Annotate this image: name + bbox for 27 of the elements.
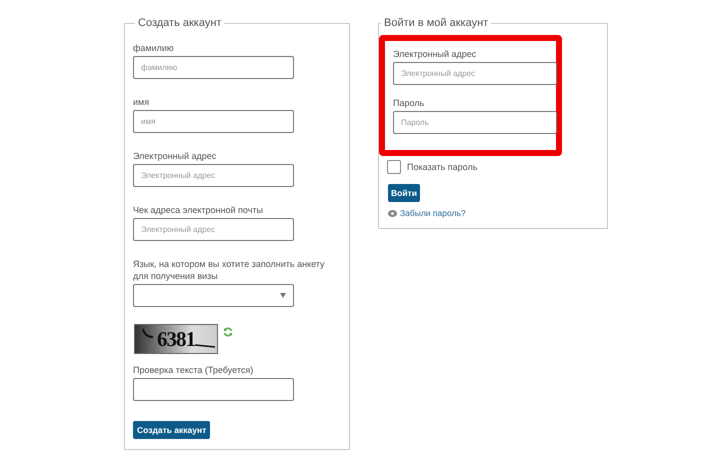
field-label: Чек адреса электронной почты [133,204,264,216]
field-label: Пароль [393,97,426,109]
field-label: Электронный адрес [393,48,478,60]
field-label: фамилию [133,42,175,54]
caret-icon [280,293,286,298]
panel-title: Создать аккаунт [137,17,222,29]
checkbox[interactable] [387,160,401,174]
field-label: Электронный адрес [133,150,218,162]
input-field[interactable]: имя [133,110,294,133]
input-field[interactable]: Пароль [393,111,557,134]
captcha-text: 6381 [157,326,195,352]
language-dropdown[interactable] [133,284,294,307]
create-account-button[interactable]: Создать аккаунт [133,421,210,439]
field-label: имя [133,96,150,108]
field-label: Язык, на котором вы хотите заполнить анкету для получения визы [133,258,326,282]
input-field[interactable]: Электронный адрес [133,218,294,241]
input-field[interactable]: фамилию [133,56,294,79]
forgot-password-link[interactable]: Забыли пароль? [400,208,466,218]
login-button[interactable]: Войти [388,184,420,202]
panel-title: Войти в мой аккаунт [383,17,490,29]
input-field[interactable]: Электронный адрес [393,62,557,85]
refresh-icon[interactable] [223,327,233,337]
checkbox-label: Показать пароль [407,161,478,173]
field-label: Проверка текста (Требуется) [133,364,254,376]
input-field[interactable]: Электронный адрес [133,164,294,187]
input-field[interactable] [133,378,294,401]
eye-icon [388,210,397,216]
